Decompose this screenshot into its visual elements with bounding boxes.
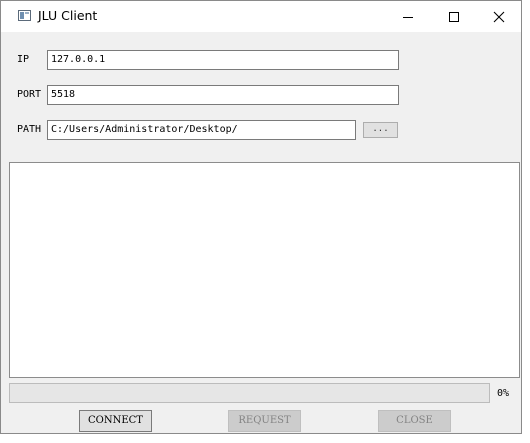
- close-icon: [493, 11, 505, 22]
- progress-percent: 0%: [497, 388, 510, 399]
- minimize-button[interactable]: [385, 1, 431, 32]
- port-label: PORT: [17, 89, 42, 100]
- ip-input[interactable]: 127.0.0.1: [47, 50, 399, 70]
- progress-bar: [9, 383, 490, 403]
- maximize-button[interactable]: [431, 1, 477, 32]
- window-title: JLU Client: [38, 8, 98, 23]
- connect-button[interactable]: CONNECT: [79, 410, 152, 432]
- port-input[interactable]: 5518: [47, 85, 399, 105]
- path-label: PATH: [17, 124, 42, 135]
- client-window: JLU Client IP 127.0.0.1 PORT 5518 PATH C…: [0, 0, 522, 434]
- title-bar[interactable]: JLU Client: [1, 1, 521, 32]
- close-button[interactable]: CLOSE: [378, 410, 451, 432]
- close-window-button[interactable]: [476, 1, 522, 32]
- request-button[interactable]: REQUEST: [228, 410, 301, 432]
- log-output[interactable]: [9, 162, 520, 378]
- maximize-icon: [449, 11, 459, 22]
- minimize-icon: [403, 16, 413, 18]
- browse-button[interactable]: ...: [363, 122, 398, 138]
- app-window-icon: [18, 10, 31, 21]
- ip-label: IP: [17, 54, 30, 65]
- path-input[interactable]: C:/Users/Administrator/Desktop/: [47, 120, 356, 140]
